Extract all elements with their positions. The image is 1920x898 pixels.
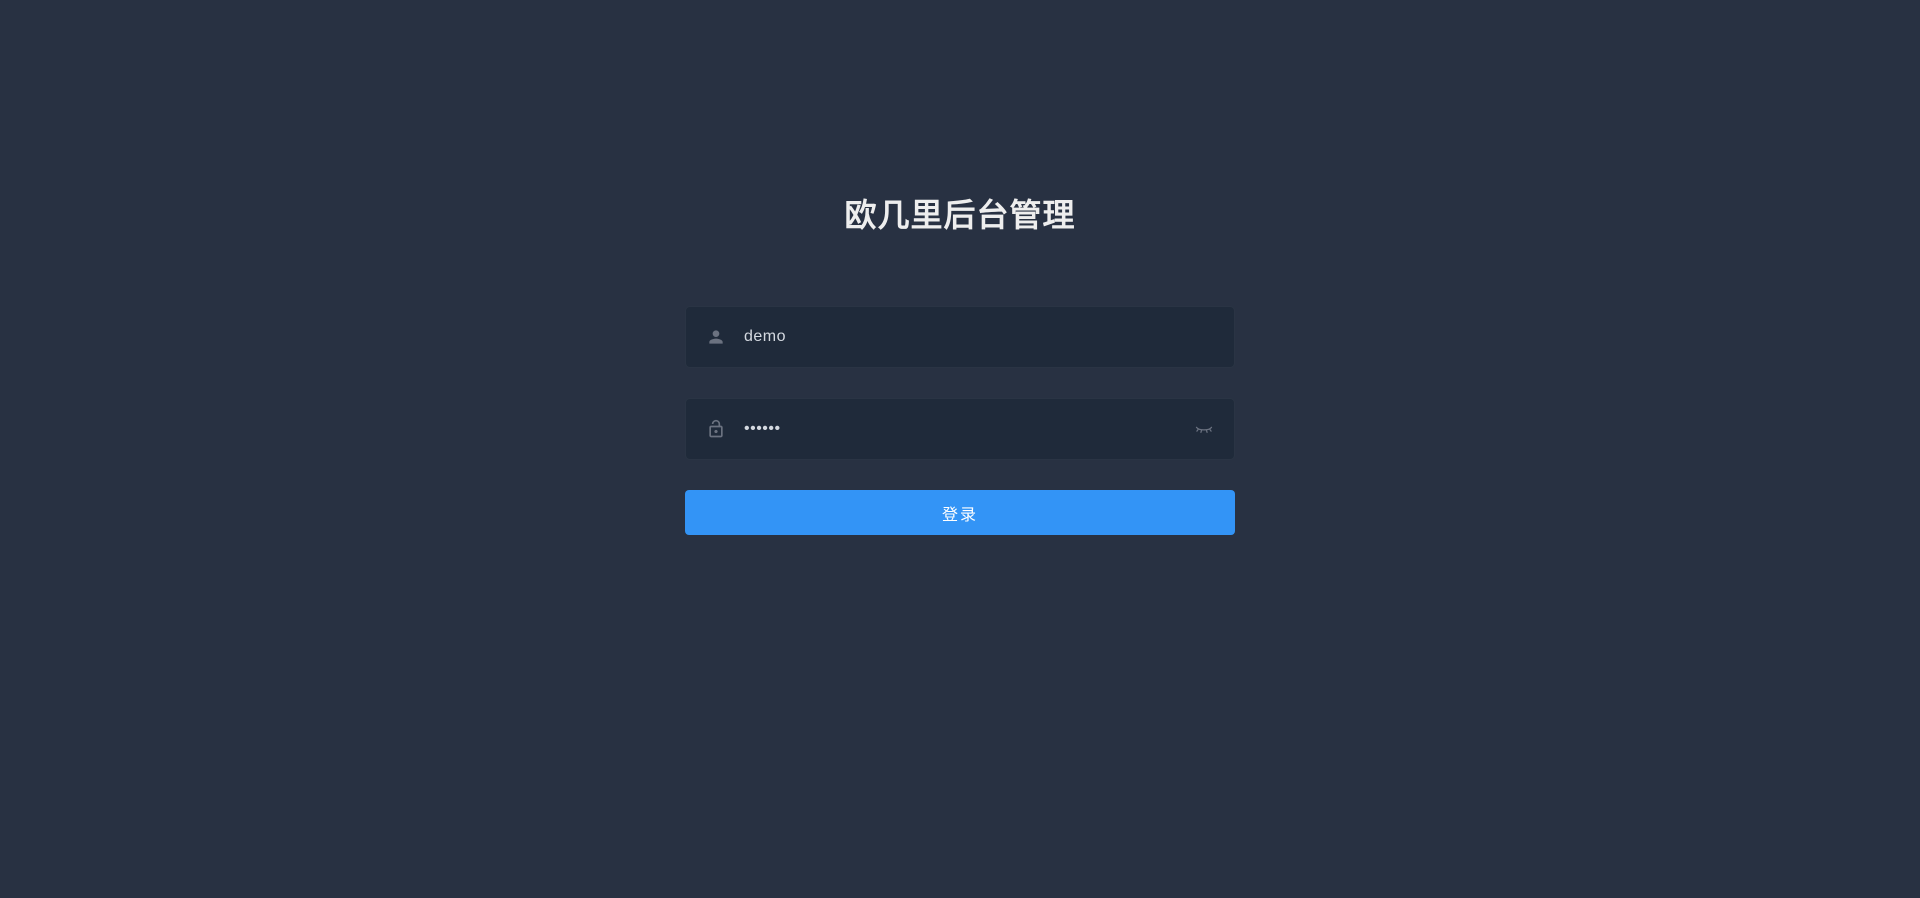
eye-closed-icon[interactable] — [1194, 419, 1214, 439]
login-button[interactable]: 登录 — [685, 490, 1235, 535]
lock-icon — [706, 419, 726, 439]
user-icon — [706, 327, 726, 347]
login-container: 欧几里后台管理 登录 — [685, 190, 1235, 535]
password-input[interactable] — [744, 399, 1194, 459]
page-title: 欧几里后台管理 — [844, 190, 1075, 236]
username-input[interactable] — [744, 307, 1214, 367]
password-input-wrapper — [685, 398, 1235, 460]
username-input-wrapper — [685, 306, 1235, 368]
